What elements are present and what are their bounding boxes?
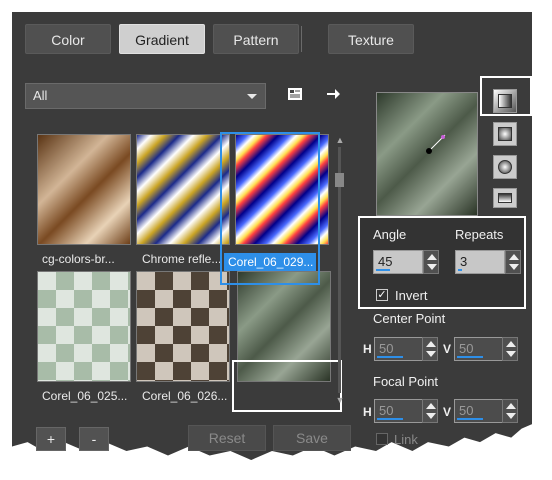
center-h-input[interactable]: 50 bbox=[374, 337, 424, 361]
remove-button[interactable]: - bbox=[79, 427, 109, 451]
repeats-value: 3 bbox=[460, 254, 468, 269]
category-dropdown[interactable]: All bbox=[25, 83, 266, 109]
tab-separator bbox=[301, 26, 302, 52]
focal-v-spinner[interactable] bbox=[502, 399, 518, 423]
spin-up-icon[interactable] bbox=[506, 403, 516, 409]
tutorial-highlight bbox=[232, 360, 342, 412]
radial-gradient-icon bbox=[498, 160, 512, 174]
gradient-preview[interactable] bbox=[376, 92, 478, 216]
spin-up-icon[interactable] bbox=[426, 341, 436, 347]
selected-gradient-label: Corel_06_029... bbox=[224, 253, 316, 271]
focal-h-label: H bbox=[363, 405, 372, 419]
link-checkbox[interactable] bbox=[376, 433, 388, 445]
center-point-label: Center Point bbox=[373, 311, 446, 326]
gradient-thumb-cg-colors[interactable] bbox=[37, 134, 131, 245]
repeats-level-bar bbox=[458, 269, 462, 271]
focal-v-value: 50 bbox=[459, 403, 474, 418]
repeats-label: Repeats bbox=[455, 227, 504, 242]
spin-up-icon[interactable] bbox=[509, 254, 519, 260]
linear-gradient-icon bbox=[498, 94, 512, 108]
angle-handle-icon[interactable] bbox=[377, 93, 478, 216]
scroll-thumb[interactable] bbox=[335, 173, 344, 187]
scroll-up-icon[interactable]: ▲ bbox=[335, 135, 345, 145]
center-h-level-bar bbox=[377, 356, 403, 358]
add-button[interactable]: + bbox=[36, 427, 66, 451]
arrow-right-icon[interactable] bbox=[323, 86, 343, 106]
center-v-spinner[interactable] bbox=[502, 337, 518, 361]
center-h-spinner[interactable] bbox=[422, 337, 438, 361]
focal-v-level-bar bbox=[457, 418, 483, 420]
angle-value: 45 bbox=[378, 254, 393, 269]
resource-folder-icon[interactable] bbox=[285, 86, 305, 106]
spin-up-icon[interactable] bbox=[427, 254, 437, 260]
angle-input[interactable]: 45 bbox=[373, 250, 423, 274]
scroll-down-icon[interactable]: ▼ bbox=[335, 395, 345, 405]
focal-h-input[interactable]: 50 bbox=[374, 399, 424, 423]
chevron-down-icon bbox=[247, 94, 257, 99]
spin-down-icon[interactable] bbox=[506, 351, 516, 357]
center-v-value: 50 bbox=[459, 341, 474, 356]
save-button[interactable]: Save bbox=[273, 425, 351, 451]
spin-down-icon[interactable] bbox=[506, 413, 516, 419]
invert-label: Invert bbox=[395, 288, 428, 303]
focal-point-label: Focal Point bbox=[373, 374, 439, 389]
tab-color[interactable]: Color bbox=[25, 24, 111, 54]
gradient-label: Corel_06_026... bbox=[142, 389, 228, 403]
angle-spinner[interactable] bbox=[423, 250, 439, 274]
angle-level-bar bbox=[376, 269, 390, 271]
angle-repeats-panel: Angle Repeats 45 3 ✓ Invert bbox=[358, 216, 526, 309]
gradient-label: Corel_06_025... bbox=[42, 389, 128, 403]
focal-h-level-bar bbox=[377, 418, 403, 420]
repeats-spinner[interactable] bbox=[505, 250, 521, 274]
linear-style-button[interactable] bbox=[493, 89, 517, 113]
link-label: Link bbox=[394, 432, 418, 447]
invert-checkbox[interactable]: ✓ bbox=[376, 289, 388, 301]
tab-gradient[interactable]: Gradient bbox=[119, 24, 205, 54]
center-h-label: H bbox=[363, 342, 372, 356]
center-v-label: V bbox=[443, 342, 452, 356]
sunburst-gradient-icon bbox=[498, 193, 512, 203]
rectangular-style-button[interactable] bbox=[493, 122, 517, 146]
spin-down-icon[interactable] bbox=[426, 351, 436, 357]
focal-h-spinner[interactable] bbox=[422, 399, 438, 423]
focal-h-value: 50 bbox=[379, 403, 394, 418]
gradient-thumb-chrome[interactable] bbox=[136, 134, 230, 245]
gradient-thumb-corel-025[interactable] bbox=[37, 271, 131, 382]
sunburst-style-button[interactable] bbox=[493, 188, 517, 208]
spin-down-icon[interactable] bbox=[426, 413, 436, 419]
rectangular-gradient-icon bbox=[498, 127, 512, 141]
focal-v-input[interactable]: 50 bbox=[454, 399, 504, 423]
radial-style-button[interactable] bbox=[493, 155, 517, 179]
gradient-thumb-corel-026[interactable] bbox=[136, 271, 230, 382]
tab-texture[interactable]: Texture bbox=[328, 24, 414, 54]
center-v-level-bar bbox=[457, 356, 483, 358]
tab-pattern[interactable]: Pattern bbox=[213, 24, 299, 54]
center-h-value: 50 bbox=[379, 341, 394, 356]
category-dropdown-value: All bbox=[33, 88, 48, 103]
gradient-label: cg-colors-br... bbox=[42, 252, 115, 266]
spin-up-icon[interactable] bbox=[506, 341, 516, 347]
spin-down-icon[interactable] bbox=[509, 264, 519, 270]
spin-down-icon[interactable] bbox=[427, 264, 437, 270]
center-v-input[interactable]: 50 bbox=[454, 337, 504, 361]
repeats-input[interactable]: 3 bbox=[455, 250, 505, 274]
spin-up-icon[interactable] bbox=[426, 403, 436, 409]
angle-label: Angle bbox=[373, 227, 407, 242]
focal-v-label: V bbox=[443, 405, 452, 419]
reset-button[interactable]: Reset bbox=[188, 425, 266, 451]
library-scrollbar[interactable]: ▲ ▼ bbox=[335, 135, 345, 405]
